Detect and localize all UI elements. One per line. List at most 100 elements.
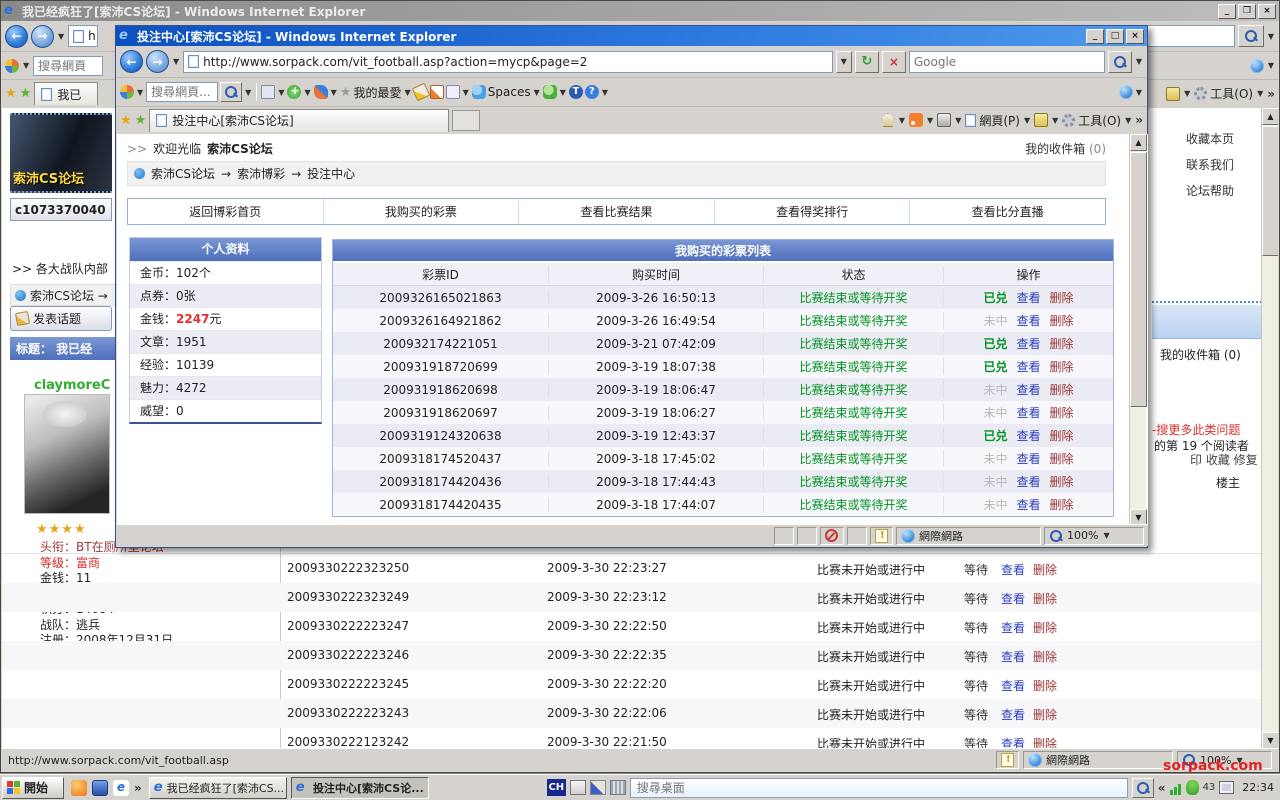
view-link[interactable]: 查看: [1001, 619, 1025, 636]
caret-icon[interactable]: ▼: [926, 116, 934, 125]
address-bar[interactable]: [183, 51, 833, 73]
msn-menu-caret-icon[interactable]: ▼: [22, 61, 30, 70]
taskbar-button-main-window[interactable]: e 我已经疯狂了[索沛CS...: [149, 777, 287, 799]
add-content-icon[interactable]: [287, 85, 301, 99]
caret-icon[interactable]: ▼: [403, 88, 411, 97]
new-tab-button[interactable]: [452, 110, 480, 131]
view-link[interactable]: 查看: [1016, 335, 1040, 352]
caret-icon[interactable]: ▼: [277, 88, 285, 97]
caret-icon[interactable]: ▼: [1256, 89, 1264, 98]
toolbar-overflow-icon[interactable]: »: [1135, 113, 1143, 127]
link-forum-help[interactable]: 论坛帮助: [1186, 182, 1234, 199]
back-button[interactable]: ←: [120, 50, 143, 73]
popup-titlebar[interactable]: e 投注中心[索沛CS论坛] - Windows Internet Explor…: [116, 26, 1147, 46]
caret-icon[interactable]: ▼: [1023, 116, 1031, 125]
msn-butterfly-icon[interactable]: [314, 85, 328, 99]
bg-web-search-box[interactable]: [33, 56, 103, 76]
caret-icon[interactable]: ▼: [533, 88, 541, 97]
view-link[interactable]: 查看: [1016, 358, 1040, 375]
mail-icon[interactable]: [446, 85, 460, 99]
ie-quick-launch-icon[interactable]: e: [113, 780, 129, 796]
caret-icon[interactable]: ▼: [303, 88, 311, 97]
delete-link[interactable]: 删除: [1033, 619, 1057, 636]
scroll-down-icon[interactable]: ▼: [1262, 732, 1278, 749]
caret-icon[interactable]: ▼: [1124, 116, 1132, 125]
spaces-button[interactable]: Spaces: [488, 85, 531, 99]
msn-web-search-box[interactable]: [146, 82, 218, 102]
refresh-button[interactable]: ↻: [855, 51, 879, 73]
gear-icon[interactable]: [1194, 87, 1207, 100]
delete-link[interactable]: 删除: [1050, 335, 1074, 352]
scroll-up-icon[interactable]: ▲: [1130, 134, 1147, 151]
scrollbar-thumb[interactable]: [1262, 126, 1278, 256]
caret-icon[interactable]: ▼: [330, 88, 338, 97]
minimize-button[interactable]: _: [1086, 29, 1104, 44]
delete-link[interactable]: 删除: [1050, 473, 1074, 490]
delete-link[interactable]: 删除: [1050, 427, 1074, 444]
display-tray-icon[interactable]: [1219, 781, 1234, 794]
start-button[interactable]: 開始: [2, 777, 64, 799]
picture-icon[interactable]: [1034, 113, 1048, 127]
tray-collapse-icon[interactable]: «: [1158, 781, 1166, 795]
favorites-center-icon[interactable]: ★: [120, 113, 132, 128]
address-dropdown[interactable]: ▼: [836, 51, 852, 73]
delete-link[interactable]: 删除: [1033, 706, 1057, 723]
restore-button[interactable]: ❐: [1238, 4, 1256, 19]
t-badge-icon[interactable]: T: [569, 85, 583, 99]
history-dropdown-icon[interactable]: ▼: [172, 57, 180, 66]
breadcrumb-forum[interactable]: 索沛CS论坛: [151, 165, 215, 182]
caret-icon[interactable]: ▼: [1135, 88, 1143, 97]
bg-search-button[interactable]: [1238, 25, 1264, 47]
scroll-up-icon[interactable]: ▲: [1262, 108, 1278, 125]
bg-page-style-icon[interactable]: [1166, 87, 1180, 101]
page-menu-button[interactable]: 網頁(P): [979, 112, 1020, 129]
search-options-icon[interactable]: ▼: [1135, 57, 1143, 66]
post-actions-links[interactable]: 印 收藏 修复: [1190, 451, 1258, 468]
quick-launch-overflow-icon[interactable]: »: [134, 781, 142, 795]
help-icon[interactable]: ?: [585, 85, 599, 99]
active-tab[interactable]: 投注中心[索沛CS论坛]: [149, 109, 449, 132]
breadcrumb-lottery[interactable]: 索沛博彩: [237, 165, 285, 182]
view-link[interactable]: 查看: [1016, 312, 1040, 329]
save-disk-icon[interactable]: [92, 780, 108, 796]
toolbar-grid-icon[interactable]: [610, 780, 626, 795]
caret-icon[interactable]: ▼: [1183, 89, 1191, 98]
caret-icon[interactable]: ▼: [462, 88, 470, 97]
bg-vertical-scrollbar[interactable]: ▲ ▼: [1261, 108, 1278, 749]
pen-input-icon[interactable]: [590, 780, 606, 795]
bg-inbox-link[interactable]: 我的收件箱 (0): [1160, 346, 1241, 363]
view-link[interactable]: 查看: [1001, 677, 1025, 694]
delete-link[interactable]: 删除: [1050, 381, 1074, 398]
google-search-box[interactable]: [909, 51, 1105, 73]
caret-icon[interactable]: ▼: [244, 88, 252, 97]
msn-web-search-input[interactable]: [151, 85, 213, 99]
view-link[interactable]: 查看: [1001, 648, 1025, 665]
msn-logo-icon[interactable]: [5, 59, 19, 73]
poster-username[interactable]: claymoreC: [34, 378, 110, 393]
view-link[interactable]: 查看: [1016, 404, 1040, 421]
caret-icon[interactable]: ▼: [898, 116, 906, 125]
bg-address-bar[interactable]: h: [68, 25, 98, 47]
delete-link[interactable]: 删除: [1050, 312, 1074, 329]
link-favorite-page[interactable]: 收藏本页: [1186, 130, 1234, 147]
view-link[interactable]: 查看: [1016, 381, 1040, 398]
delete-link[interactable]: 删除: [1033, 561, 1057, 578]
msn-logo-icon[interactable]: [120, 85, 134, 99]
desktop-search-box[interactable]: [630, 778, 1128, 798]
desktop-search-input[interactable]: [637, 781, 1121, 795]
caret-icon[interactable]: ▼: [954, 116, 962, 125]
add-favorite-icon[interactable]: ★: [20, 86, 32, 101]
delete-link[interactable]: 删除: [1050, 404, 1074, 421]
view-link[interactable]: 查看: [1001, 735, 1025, 749]
search-more-link[interactable]: -搜更多此类问题: [1152, 421, 1240, 438]
delete-link[interactable]: 删除: [1050, 289, 1074, 306]
delete-link[interactable]: 删除: [1033, 648, 1057, 665]
taskbar-button-popup-window[interactable]: e 投注中心[索沛CS论...: [291, 777, 429, 799]
delete-link[interactable]: 删除: [1033, 735, 1057, 749]
translate-globe-icon[interactable]: [1250, 59, 1264, 73]
minimize-button[interactable]: _: [1218, 4, 1236, 19]
history-dropdown-icon[interactable]: ▼: [57, 32, 65, 41]
view-link[interactable]: 查看: [1016, 427, 1040, 444]
link-contact-us[interactable]: 联系我们: [1186, 156, 1234, 173]
caret-icon[interactable]: ▼: [136, 88, 144, 97]
